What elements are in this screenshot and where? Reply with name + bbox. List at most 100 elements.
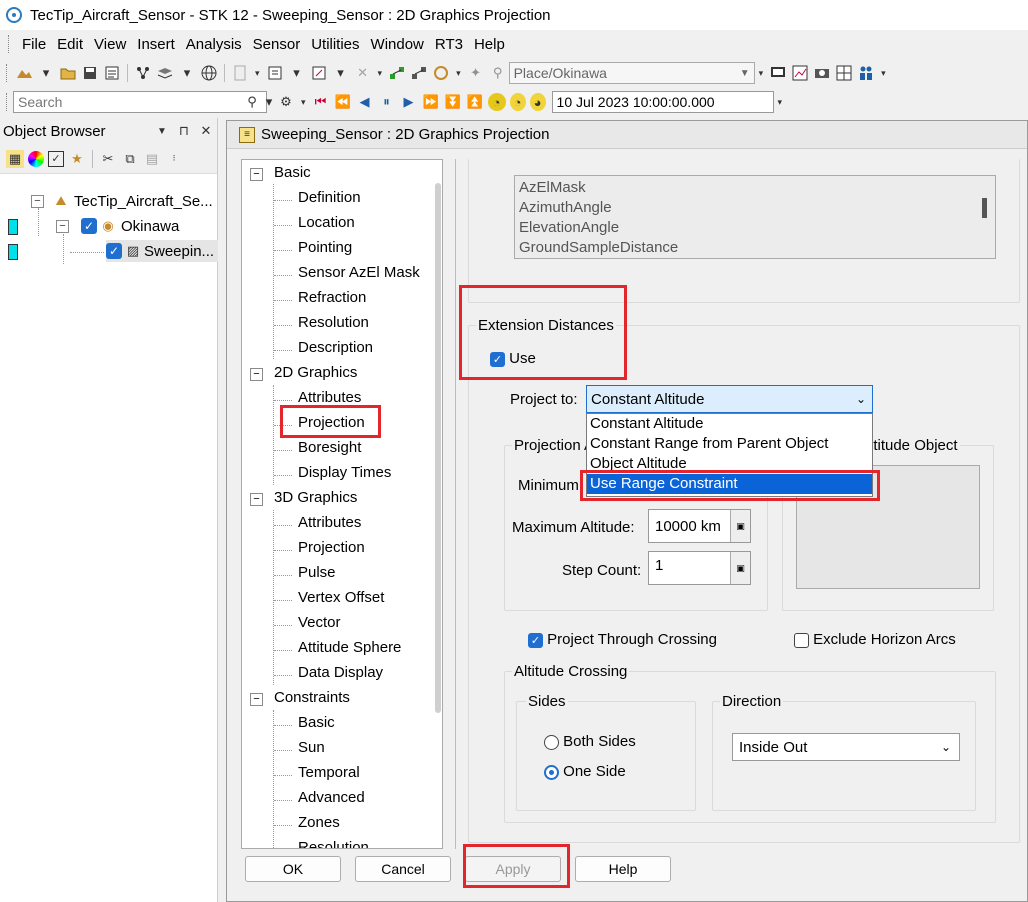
overflow-icon[interactable]: ▾ <box>378 68 383 79</box>
list-item[interactable]: AzElMask <box>519 179 586 196</box>
close-icon[interactable]: ✕ <box>197 122 215 140</box>
nav-item-attitude-sphere[interactable]: Attitude Sphere <box>298 639 401 656</box>
step-forward-icon[interactable]: ⏩ <box>422 93 440 111</box>
nav-item-attributes[interactable]: Attributes <box>298 389 361 406</box>
refresh-icon[interactable] <box>432 64 450 82</box>
more-icon[interactable]: ⁝ <box>165 150 183 168</box>
step-count-field[interactable]: 1 ▣ <box>648 551 751 585</box>
dropdown-arrow-icon[interactable]: ▾ <box>178 64 196 82</box>
collapse-icon[interactable]: − <box>250 693 263 706</box>
menu-insert[interactable]: Insert <box>137 36 175 53</box>
tree-scrollbar[interactable] <box>435 183 441 713</box>
slower-icon[interactable]: ⏬ <box>444 93 462 111</box>
help-button[interactable]: Help <box>575 856 671 882</box>
nav-item-basic[interactable]: Basic <box>298 714 335 731</box>
step-back-icon[interactable]: ◀ <box>356 93 374 111</box>
checkbox-checked-icon[interactable]: ✓ <box>528 632 543 648</box>
cancel-button[interactable]: Cancel <box>355 856 451 882</box>
overflow-icon[interactable]: ▾ <box>255 68 260 79</box>
play-icon[interactable]: ▶ <box>400 93 418 111</box>
color-wheel-icon[interactable] <box>28 150 44 167</box>
gear-icon[interactable]: ⚙ <box>277 93 295 111</box>
collapse-icon[interactable]: − <box>31 194 44 208</box>
radio-unselected-icon[interactable] <box>544 734 559 750</box>
users-icon[interactable] <box>857 64 875 82</box>
chevron-down-icon[interactable]: ▼ <box>153 122 171 140</box>
pin-icon[interactable]: ⊓ <box>175 122 193 140</box>
object-color-swatch[interactable] <box>8 244 18 260</box>
nav-item-zones[interactable]: Zones <box>298 814 340 831</box>
xreal-time-icon[interactable]: ◕ <box>529 93 546 111</box>
collapse-icon[interactable]: − <box>56 219 69 233</box>
maximum-altitude-field[interactable]: 10000 km ▣ <box>648 509 751 543</box>
step-back-fast-icon[interactable]: ⏪ <box>334 93 352 111</box>
nav-item-vertex-offset[interactable]: Vertex Offset <box>298 589 384 606</box>
object-color-swatch[interactable] <box>8 219 18 235</box>
ok-button[interactable]: OK <box>245 856 341 882</box>
nav-item-pulse[interactable]: Pulse <box>298 564 336 581</box>
nav-item-location[interactable]: Location <box>298 214 355 231</box>
dropdown-arrow-icon[interactable]: ▾ <box>265 93 273 111</box>
menu-window[interactable]: Window <box>371 36 424 53</box>
listbox-scroll-thumb[interactable] <box>982 198 987 218</box>
overflow-icon[interactable]: ▾ <box>881 68 886 79</box>
direction-select[interactable]: Inside Out ⌄ <box>732 733 960 761</box>
nav-item-2d-graphics[interactable]: 2D Graphics <box>274 364 357 381</box>
nav-item-sensor-azel-mask[interactable]: Sensor AzEl Mask <box>298 264 420 281</box>
nav-item-constraints[interactable]: Constraints <box>274 689 350 706</box>
layers-icon[interactable] <box>156 64 174 82</box>
menu-analysis[interactable]: Analysis <box>186 36 242 53</box>
nav-item-display-times[interactable]: Display Times <box>298 464 391 481</box>
chart-icon[interactable] <box>791 64 809 82</box>
access-icon[interactable] <box>388 64 406 82</box>
dropdown-arrow-icon[interactable]: ▾ <box>37 64 55 82</box>
menu-file[interactable]: File <box>22 36 46 53</box>
checkbox-unchecked-icon[interactable] <box>794 632 809 648</box>
insert-object-icon[interactable] <box>266 64 284 82</box>
nav-item-description[interactable]: Description <box>298 339 373 356</box>
nav-item-vector[interactable]: Vector <box>298 614 341 631</box>
overflow-icon[interactable]: ▾ <box>456 68 461 79</box>
visibility-checkbox[interactable]: ✓ <box>106 243 122 259</box>
nav-item-pointing[interactable]: Pointing <box>298 239 352 256</box>
open-folder-icon[interactable] <box>59 64 77 82</box>
camera-icon[interactable] <box>813 64 831 82</box>
copy-icon[interactable]: ⧉ <box>121 150 139 168</box>
save-icon[interactable] <box>81 64 99 82</box>
properties-icon[interactable] <box>103 64 121 82</box>
overflow-icon[interactable]: ▾ <box>759 68 764 79</box>
nav-item-attributes[interactable]: Attributes <box>298 514 361 531</box>
list-item[interactable]: GroundSampleDistance <box>519 239 678 256</box>
radio-selected-icon[interactable] <box>544 764 559 780</box>
project-to-select[interactable]: Constant Altitude ⌄ <box>586 385 873 413</box>
tree-item-sweeping-sensor[interactable]: ✓ ▨ Sweepin... <box>106 240 219 262</box>
spinner-icon[interactable]: ▣ <box>730 552 750 584</box>
folder-star-icon[interactable]: ★ <box>68 150 86 168</box>
checkbox-view-icon[interactable]: ✓ <box>48 150 64 167</box>
collapse-icon[interactable]: − <box>250 493 263 506</box>
dropdown-arrow-icon[interactable]: ▾ <box>332 64 350 82</box>
menu-help[interactable]: Help <box>474 36 505 53</box>
exclude-horizon-arcs-checkbox[interactable]: Exclude Horizon Arcs <box>794 631 956 648</box>
nav-item-data-display[interactable]: Data Display <box>298 664 383 681</box>
nav-item-resolution[interactable]: Resolution <box>298 314 369 331</box>
menu-utilities[interactable]: Utilities <box>311 36 359 53</box>
nav-item-projection[interactable]: Projection <box>298 539 365 556</box>
project-through-crossing-checkbox[interactable]: ✓ Project Through Crossing <box>528 631 717 648</box>
tree-item-okinawa[interactable]: − ✓ ◉ Okinawa <box>56 215 179 237</box>
report-icon[interactable] <box>231 64 249 82</box>
network-icon[interactable] <box>134 64 152 82</box>
new-scenario-icon[interactable] <box>15 64 33 82</box>
nav-item-resolution[interactable]: Resolution <box>298 839 369 848</box>
both-sides-radio[interactable]: Both Sides <box>544 733 636 750</box>
nav-item-3d-graphics[interactable]: 3D Graphics <box>274 489 357 506</box>
overflow-icon[interactable]: ▾ <box>301 97 306 108</box>
clock-icon[interactable]: ◔ <box>509 93 526 111</box>
collapse-icon[interactable]: − <box>250 168 263 181</box>
dropdown-arrow-icon[interactable]: ▾ <box>288 64 306 82</box>
nav-item-advanced[interactable]: Advanced <box>298 789 365 806</box>
list-item[interactable]: ElevationAngle <box>519 219 619 236</box>
faster-icon[interactable]: ⏫ <box>466 93 484 111</box>
dropdown-option-constant-altitude[interactable]: Constant Altitude <box>587 414 872 434</box>
menu-sensor[interactable]: Sensor <box>253 36 301 53</box>
